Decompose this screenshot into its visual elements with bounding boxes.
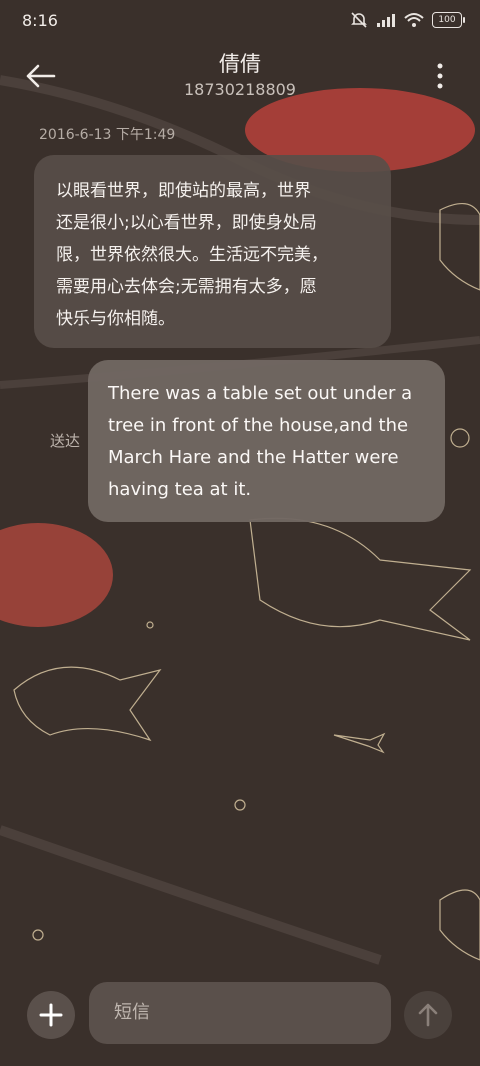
incoming-line-2: 还是很小;以心看世界，即使身处局 [56, 213, 317, 233]
message-composer: 短信 [0, 980, 480, 1050]
incoming-message-bubble[interactable]: 以眼看世界，即使站的最高，世界 还是很小;以心看世界，即使身处局 限，世界依然很… [34, 155, 391, 348]
outgoing-line-4: having tea at it. [108, 479, 252, 500]
status-bar: 8:16 100 [0, 0, 480, 44]
more-vertical-icon[interactable] [430, 60, 450, 92]
outgoing-line-2: tree in front of the house,and the [108, 415, 409, 436]
status-icons: 100 [350, 11, 465, 29]
message-input-placeholder: 短信 [114, 1002, 150, 1023]
delivery-status: 送达 [50, 432, 81, 450]
contact-name: 倩倩 [219, 52, 261, 76]
outgoing-line-3: March Hare and the Hatter were [108, 447, 399, 468]
send-arrow-icon [418, 1003, 438, 1027]
status-time: 8:16 [22, 11, 58, 30]
plus-icon [39, 1003, 63, 1027]
send-button[interactable] [404, 991, 452, 1039]
battery-icon: 100 [432, 12, 465, 28]
wifi-icon [404, 13, 424, 27]
conversation-header: 倩倩 18730218809 [0, 44, 480, 106]
message-input[interactable]: 短信 [89, 982, 391, 1044]
signal-icon [377, 14, 395, 27]
incoming-line-1: 以眼看世界，即使站的最高，世界 [56, 181, 311, 201]
contact-number: 18730218809 [184, 80, 296, 99]
outgoing-line-1: There was a table set out under a [108, 383, 413, 404]
outgoing-message-bubble[interactable]: There was a table set out under a tree i… [88, 360, 445, 522]
incoming-line-5: 快乐与你相随。 [56, 309, 175, 329]
incoming-line-3: 限，世界依然很大。生活远不完美， [56, 245, 328, 265]
add-attachment-button[interactable] [27, 991, 75, 1039]
message-timestamp: 2016-6-13 下午1:49 [39, 127, 176, 143]
mute-icon [351, 12, 367, 28]
incoming-line-4: 需要用心去体会;无需拥有太多，愿 [56, 277, 317, 297]
